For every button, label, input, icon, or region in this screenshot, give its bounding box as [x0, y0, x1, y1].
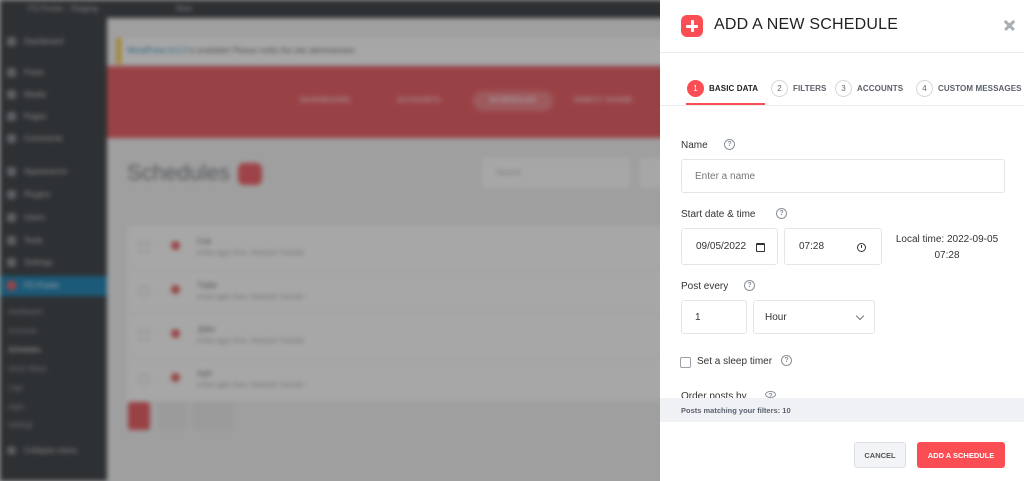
- clock-icon[interactable]: [857, 243, 866, 252]
- name-input[interactable]: [681, 159, 1005, 193]
- chevron-down-icon: [855, 311, 865, 321]
- interval-unit-select[interactable]: Hour: [753, 300, 875, 334]
- tab-number: 1: [687, 80, 704, 97]
- post-every-label: Post every: [681, 281, 729, 292]
- help-icon[interactable]: ?: [744, 280, 755, 291]
- matching-posts-text: Posts matching your filters: 10: [681, 406, 791, 415]
- close-icon[interactable]: [1000, 15, 1020, 35]
- plus-icon: [681, 15, 703, 37]
- local-time-label: Local time: 2022-09-05: [895, 234, 999, 245]
- tab-accounts[interactable]: 3 ACCOUNTS: [835, 80, 907, 106]
- order-posts-label: Order posts by: [681, 391, 747, 398]
- start-date-label: Start date & time: [681, 209, 756, 220]
- local-time-clock: 07:28: [934, 250, 960, 261]
- add-schedule-button[interactable]: ADD A SCHEDULE: [917, 442, 1005, 468]
- active-tab-indicator: [686, 103, 765, 105]
- interval-unit-value: Hour: [765, 312, 787, 323]
- local-time: Local time: 2022-09-05 07:28: [888, 232, 1006, 264]
- name-label: Name: [681, 140, 708, 151]
- tab-filters[interactable]: 2 FILTERS: [771, 80, 827, 106]
- calendar-icon[interactable]: [756, 243, 765, 252]
- help-icon[interactable]: ?: [781, 355, 792, 366]
- tab-label: ACCOUNTS: [857, 84, 904, 93]
- modal-header: ADD A NEW SCHEDULE: [660, 0, 1024, 53]
- modal-title: ADD A NEW SCHEDULE: [714, 16, 899, 33]
- tab-label: CUSTOM MESSAGES: [938, 84, 1022, 93]
- sleep-timer-label: Set a sleep timer: [697, 356, 773, 367]
- tab-number: 3: [835, 80, 852, 97]
- start-date-input[interactable]: 09/05/2022: [681, 228, 778, 265]
- add-schedule-modal: ADD A NEW SCHEDULE 1 BASIC DATA 2 FILTER…: [660, 0, 1024, 481]
- tab-custom-messages[interactable]: 4 CUSTOM MESSAGES: [916, 80, 1022, 106]
- start-time-input[interactable]: 07:28: [784, 228, 882, 265]
- tab-label: FILTERS: [793, 84, 827, 93]
- tab-label: BASIC DATA: [709, 84, 759, 93]
- start-time-value: 07:28: [799, 241, 825, 252]
- cancel-button[interactable]: CANCEL: [854, 442, 906, 468]
- help-icon[interactable]: ?: [724, 139, 735, 150]
- matching-posts-bar: Posts matching your filters: 10: [660, 398, 1024, 422]
- start-date-value: 09/05/2022: [696, 241, 747, 252]
- tab-number: 2: [771, 80, 788, 97]
- help-icon[interactable]: ?: [776, 208, 787, 219]
- interval-value-input[interactable]: [681, 300, 747, 334]
- help-icon[interactable]: ?: [765, 391, 776, 398]
- sleep-timer-checkbox[interactable]: [680, 357, 691, 368]
- modal-tabs: 1 BASIC DATA 2 FILTERS 3 ACCOUNTS 4 CUST…: [660, 70, 1024, 106]
- tab-number: 4: [916, 80, 933, 97]
